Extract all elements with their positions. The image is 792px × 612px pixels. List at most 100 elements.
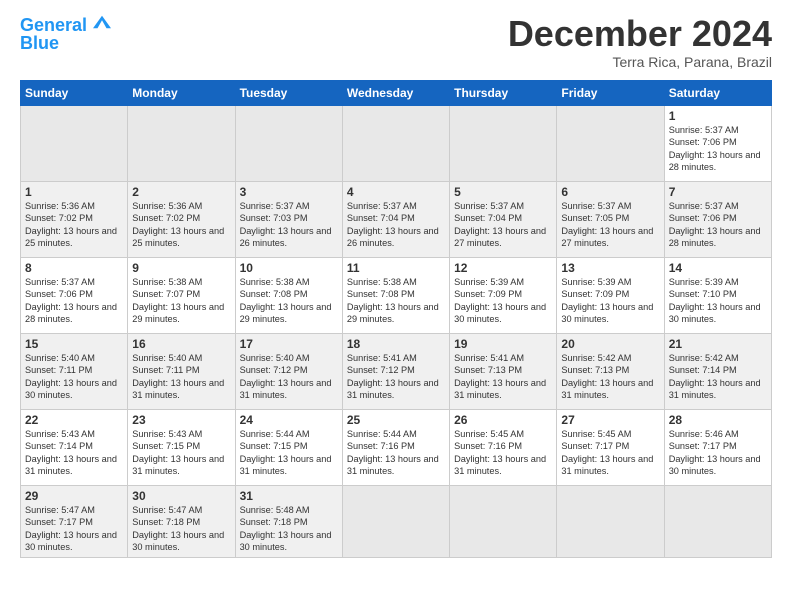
day-number: 10 xyxy=(240,261,338,275)
day-number: 21 xyxy=(669,337,767,351)
table-row: 30 Sunrise: 5:47 AMSunset: 7:18 PMDayligh… xyxy=(128,486,235,558)
table-row: 17 Sunrise: 5:40 AMSunset: 7:12 PMDayligh… xyxy=(235,334,342,410)
day-info: Sunrise: 5:38 AMSunset: 7:08 PMDaylight:… xyxy=(240,277,332,324)
col-thursday: Thursday xyxy=(450,81,557,106)
table-row: 8Sunrise: 5:37 AMSunset: 7:06 PMDaylight… xyxy=(21,258,128,334)
day-number: 27 xyxy=(561,413,659,427)
col-friday: Friday xyxy=(557,81,664,106)
day-info: Sunrise: 5:44 AMSunset: 7:15 PMDaylight:… xyxy=(240,429,332,476)
col-tuesday: Tuesday xyxy=(235,81,342,106)
day-info: Sunrise: 5:37 AMSunset: 7:06 PMDaylight:… xyxy=(669,125,761,172)
day-number: 23 xyxy=(132,413,230,427)
day-info: Sunrise: 5:42 AMSunset: 7:14 PMDaylight:… xyxy=(669,353,761,400)
table-row xyxy=(128,106,235,182)
day-info: Sunrise: 5:44 AMSunset: 7:16 PMDaylight:… xyxy=(347,429,439,476)
table-row: 11Sunrise: 5:38 AMSunset: 7:08 PMDayligh… xyxy=(342,258,449,334)
table-row: 5 Sunrise: 5:37 AMSunset: 7:04 PMDaylight… xyxy=(450,182,557,258)
table-row: 20 Sunrise: 5:42 AMSunset: 7:13 PMDayligh… xyxy=(557,334,664,410)
day-info: Sunrise: 5:37 AMSunset: 7:04 PMDaylight:… xyxy=(347,201,439,248)
table-row: 25 Sunrise: 5:44 AMSunset: 7:16 PMDayligh… xyxy=(342,410,449,486)
table-row: 2 Sunrise: 5:36 AMSunset: 7:02 PMDaylight… xyxy=(128,182,235,258)
header: General Blue December 2024 Terra Rica, P… xyxy=(20,16,772,70)
day-info: Sunrise: 5:36 AMSunset: 7:02 PMDaylight:… xyxy=(25,201,117,248)
day-info: Sunrise: 5:45 AMSunset: 7:17 PMDaylight:… xyxy=(561,429,653,476)
table-row: 6Sunrise: 5:37 AMSunset: 7:05 PMDaylight… xyxy=(557,182,664,258)
day-number: 1 xyxy=(25,185,123,199)
table-row: 23 Sunrise: 5:43 AMSunset: 7:15 PMDayligh… xyxy=(128,410,235,486)
day-info: Sunrise: 5:39 AMSunset: 7:10 PMDaylight:… xyxy=(669,277,761,324)
day-info: Sunrise: 5:42 AMSunset: 7:13 PMDaylight:… xyxy=(561,353,653,400)
day-info: Sunrise: 5:46 AMSunset: 7:17 PMDaylight:… xyxy=(669,429,761,476)
table-row: 24 Sunrise: 5:44 AMSunset: 7:15 PMDayligh… xyxy=(235,410,342,486)
logo-arrow-icon xyxy=(93,15,111,29)
day-number: 13 xyxy=(561,261,659,275)
day-number: 2 xyxy=(132,185,230,199)
day-info: Sunrise: 5:43 AMSunset: 7:15 PMDaylight:… xyxy=(132,429,224,476)
day-number: 15 xyxy=(25,337,123,351)
day-info: Sunrise: 5:37 AMSunset: 7:06 PMDaylight:… xyxy=(669,201,761,248)
day-info: Sunrise: 5:40 AMSunset: 7:11 PMDaylight:… xyxy=(132,353,224,400)
day-info: Sunrise: 5:43 AMSunset: 7:14 PMDaylight:… xyxy=(25,429,117,476)
table-row: 31 Sunrise: 5:48 AMSunset: 7:18 PMDayligh… xyxy=(235,486,342,558)
logo: General Blue xyxy=(20,16,111,54)
table-row: 16 Sunrise: 5:40 AMSunset: 7:11 PMDayligh… xyxy=(128,334,235,410)
day-info: Sunrise: 5:47 AMSunset: 7:17 PMDaylight:… xyxy=(25,505,117,552)
day-number: 24 xyxy=(240,413,338,427)
logo-text2: Blue xyxy=(20,34,59,54)
table-row: 29 Sunrise: 5:47 AMSunset: 7:17 PMDayligh… xyxy=(21,486,128,558)
table-row xyxy=(450,486,557,558)
day-info: Sunrise: 5:38 AMSunset: 7:07 PMDaylight:… xyxy=(132,277,224,324)
table-row: 7 Sunrise: 5:37 AMSunset: 7:06 PMDaylight… xyxy=(664,182,771,258)
col-sunday: Sunday xyxy=(21,81,128,106)
table-row xyxy=(557,486,664,558)
day-number: 28 xyxy=(669,413,767,427)
day-info: Sunrise: 5:48 AMSunset: 7:18 PMDaylight:… xyxy=(240,505,332,552)
day-number: 8 xyxy=(25,261,123,275)
location-subtitle: Terra Rica, Parana, Brazil xyxy=(508,54,772,70)
table-row xyxy=(557,106,664,182)
table-row: 22 Sunrise: 5:43 AMSunset: 7:14 PMDayligh… xyxy=(21,410,128,486)
day-info: Sunrise: 5:37 AMSunset: 7:04 PMDaylight:… xyxy=(454,201,546,248)
day-number: 26 xyxy=(454,413,552,427)
table-row: 27 Sunrise: 5:45 AMSunset: 7:17 PMDayligh… xyxy=(557,410,664,486)
day-info: Sunrise: 5:37 AMSunset: 7:05 PMDaylight:… xyxy=(561,201,653,248)
calendar-header-row: Sunday Monday Tuesday Wednesday Thursday… xyxy=(21,81,772,106)
day-number: 5 xyxy=(454,185,552,199)
col-wednesday: Wednesday xyxy=(342,81,449,106)
day-info: Sunrise: 5:39 AMSunset: 7:09 PMDaylight:… xyxy=(561,277,653,324)
page-container: General Blue December 2024 Terra Rica, P… xyxy=(0,0,792,568)
day-number: 31 xyxy=(240,489,338,503)
table-row: 26Sunrise: 5:45 AMSunset: 7:16 PMDayligh… xyxy=(450,410,557,486)
title-block: December 2024 Terra Rica, Parana, Brazil xyxy=(508,16,772,70)
table-row: 1 Sunrise: 5:36 AMSunset: 7:02 PMDaylight… xyxy=(21,182,128,258)
table-row: 9Sunrise: 5:38 AMSunset: 7:07 PMDaylight… xyxy=(128,258,235,334)
table-row xyxy=(342,486,449,558)
month-title: December 2024 xyxy=(508,16,772,52)
table-row: 12Sunrise: 5:39 AMSunset: 7:09 PMDayligh… xyxy=(450,258,557,334)
day-number: 16 xyxy=(132,337,230,351)
day-info: Sunrise: 5:36 AMSunset: 7:02 PMDaylight:… xyxy=(132,201,224,248)
day-info: Sunrise: 5:37 AMSunset: 7:03 PMDaylight:… xyxy=(240,201,332,248)
day-info: Sunrise: 5:40 AMSunset: 7:12 PMDaylight:… xyxy=(240,353,332,400)
day-info: Sunrise: 5:41 AMSunset: 7:12 PMDaylight:… xyxy=(347,353,439,400)
table-row: 19Sunrise: 5:41 AMSunset: 7:13 PMDayligh… xyxy=(450,334,557,410)
day-info: Sunrise: 5:41 AMSunset: 7:13 PMDaylight:… xyxy=(454,353,546,400)
day-info: Sunrise: 5:39 AMSunset: 7:09 PMDaylight:… xyxy=(454,277,546,324)
day-info: Sunrise: 5:40 AMSunset: 7:11 PMDaylight:… xyxy=(25,353,117,400)
day-number: 17 xyxy=(240,337,338,351)
day-number: 30 xyxy=(132,489,230,503)
table-row: 28 Sunrise: 5:46 AMSunset: 7:17 PMDayligh… xyxy=(664,410,771,486)
day-number: 22 xyxy=(25,413,123,427)
table-row xyxy=(342,106,449,182)
day-number: 20 xyxy=(561,337,659,351)
day-number: 7 xyxy=(669,185,767,199)
table-row: 14Sunrise: 5:39 AMSunset: 7:10 PMDayligh… xyxy=(664,258,771,334)
day-number: 29 xyxy=(25,489,123,503)
table-row xyxy=(21,106,128,182)
table-row: 13 Sunrise: 5:39 AMSunset: 7:09 PMDayligh… xyxy=(557,258,664,334)
day-info: Sunrise: 5:47 AMSunset: 7:18 PMDaylight:… xyxy=(132,505,224,552)
table-row: 15 Sunrise: 5:40 AMSunset: 7:11 PMDayligh… xyxy=(21,334,128,410)
day-number: 25 xyxy=(347,413,445,427)
table-row: 21 Sunrise: 5:42 AMSunset: 7:14 PMDayligh… xyxy=(664,334,771,410)
day-info: Sunrise: 5:38 AMSunset: 7:08 PMDaylight:… xyxy=(347,277,439,324)
